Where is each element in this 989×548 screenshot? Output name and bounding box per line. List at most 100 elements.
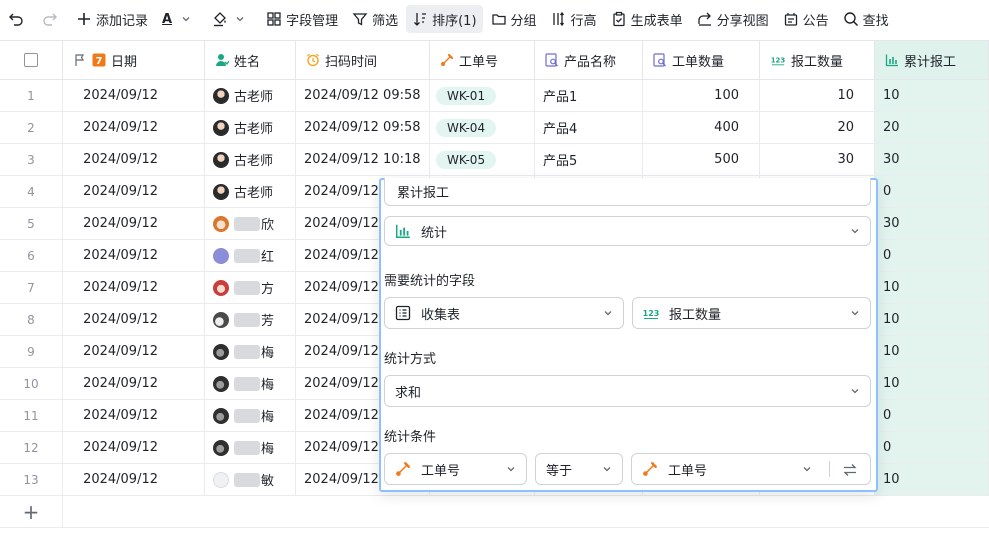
header-product[interactable]: 产品名称 [535, 41, 643, 79]
cumulative-cell[interactable]: 10 [875, 368, 989, 399]
add-record-button[interactable]: 添加记录 [70, 5, 154, 33]
undo-button[interactable] [2, 5, 34, 33]
cumulative-cell[interactable]: 10 [875, 272, 989, 303]
sort-button[interactable]: 排序(1) [406, 5, 483, 33]
name-cell[interactable]: 方 [205, 272, 296, 303]
alarm-clock-icon [306, 53, 320, 67]
date-cell[interactable]: 2024/09/12 [63, 208, 205, 239]
search-button[interactable]: 查找 [837, 5, 895, 33]
name-cell[interactable]: 梅 [205, 400, 296, 431]
date-cell[interactable]: 2024/09/12 [63, 464, 205, 495]
table-row[interactable]: 1 2024/09/12 古老师 2024/09/12 09:58 WK-01 产品1 10… [0, 80, 989, 112]
table-row[interactable]: 2 2024/09/12 古老师 2024/09/12 09:58 WK-04 产品4 40… [0, 112, 989, 144]
table-row[interactable]: 3 2024/09/12 古老师 2024/09/12 10:18 WK-05 产品5 50… [0, 144, 989, 176]
add-row[interactable]: + [0, 496, 989, 528]
date-cell[interactable]: 2024/09/12 [63, 112, 205, 143]
header-order-no[interactable]: 工单号 [430, 41, 535, 79]
field-type-select[interactable]: 统计 [384, 216, 871, 246]
header-date[interactable]: 7 日期 [63, 41, 205, 79]
product-cell[interactable]: 产品1 [535, 80, 643, 111]
group-button[interactable]: 分组 [485, 5, 543, 33]
chevron-down-icon [603, 308, 613, 318]
condition-right-select[interactable]: 工单号 [631, 453, 871, 485]
text-color-button[interactable]: A [156, 5, 204, 33]
date-cell[interactable]: 2024/09/12 [63, 272, 205, 303]
cumulative-cell[interactable]: 10 [875, 464, 989, 495]
date-cell[interactable]: 2024/09/12 [63, 432, 205, 463]
cumulative-cell[interactable]: 0 [875, 240, 989, 271]
method-select[interactable]: 求和 [384, 375, 871, 407]
order-qty-cell[interactable]: 500 [643, 144, 760, 175]
product-cell[interactable]: 产品4 [535, 112, 643, 143]
filter-button[interactable]: 筛选 [346, 5, 404, 33]
scan-time-cell[interactable]: 2024/09/12 10:18 [296, 144, 430, 175]
name-text: 欣 [261, 218, 275, 233]
name-cell[interactable]: 敏 [205, 464, 296, 495]
condition-operator-select[interactable]: 等于 [535, 453, 623, 485]
order-no-cell[interactable]: WK-01 [430, 80, 535, 111]
name-cell[interactable]: 古老师 [205, 176, 296, 207]
cumulative-cell[interactable]: 10 [875, 336, 989, 367]
date-cell[interactable]: 2024/09/12 [63, 400, 205, 431]
order-no-cell[interactable]: WK-05 [430, 144, 535, 175]
scan-time-cell[interactable]: 2024/09/12 09:58 [296, 80, 430, 111]
condition-left-select[interactable]: 工单号 [384, 453, 527, 485]
date-cell[interactable]: 2024/09/12 [63, 304, 205, 335]
share-view-button[interactable]: 分享视图 [691, 5, 775, 33]
cumulative-cell[interactable]: 0 [875, 432, 989, 463]
order-qty-cell[interactable]: 100 [643, 80, 760, 111]
select-all-cell[interactable] [0, 41, 63, 79]
cumulative-cell[interactable]: 20 [875, 112, 989, 143]
name-cell[interactable]: 梅 [205, 368, 296, 399]
select-all-checkbox[interactable] [24, 53, 38, 67]
header-order-qty[interactable]: 工单数量 [643, 41, 760, 79]
order-no-cell[interactable]: WK-04 [430, 112, 535, 143]
header-order-no-label: 工单号 [459, 54, 499, 70]
header-report-qty[interactable]: 123 报工数量 [760, 41, 875, 79]
source-field-select[interactable]: 123 报工数量 [632, 297, 871, 329]
row-height-button[interactable]: 行高 [545, 5, 603, 33]
date-cell[interactable]: 2024/09/12 [63, 80, 205, 111]
fill-color-button[interactable] [206, 5, 258, 33]
cumulative-cell[interactable]: 30 [875, 208, 989, 239]
field-manage-button[interactable]: 字段管理 [260, 5, 344, 33]
add-row-plus-icon[interactable]: + [0, 496, 63, 527]
source-table-select[interactable]: 收集表 [384, 297, 624, 329]
header-cumulative[interactable]: 累计报工 [875, 41, 989, 79]
cumulative-cell[interactable]: 30 [875, 144, 989, 175]
report-qty-cell[interactable]: 10 [760, 80, 875, 111]
avatar [213, 439, 229, 456]
date-cell[interactable]: 2024/09/12 [63, 368, 205, 399]
report-qty-cell[interactable]: 20 [760, 112, 875, 143]
redo-button[interactable] [36, 5, 68, 33]
name-cell[interactable]: 梅 [205, 432, 296, 463]
announcement-button[interactable]: 公告 [777, 5, 835, 33]
cumulative-cell[interactable]: 10 [875, 80, 989, 111]
cumulative-cell[interactable]: 0 [875, 400, 989, 431]
swap-icon[interactable] [842, 462, 858, 478]
report-qty-cell[interactable]: 30 [760, 144, 875, 175]
name-cell[interactable]: 古老师 [205, 80, 296, 111]
date-cell[interactable]: 2024/09/12 [63, 144, 205, 175]
product-cell[interactable]: 产品5 [535, 144, 643, 175]
name-cell[interactable]: 梅 [205, 336, 296, 367]
avatar [213, 247, 229, 264]
generate-form-label: 生成表单 [630, 13, 683, 29]
name-cell[interactable]: 芳 [205, 304, 296, 335]
scan-time-cell[interactable]: 2024/09/12 09:58 [296, 112, 430, 143]
header-scan-time[interactable]: 扫码时间 [296, 41, 430, 79]
cumulative-cell[interactable]: 10 [875, 304, 989, 335]
folder-icon [491, 11, 507, 27]
name-cell[interactable]: 古老师 [205, 144, 296, 175]
order-qty-cell[interactable]: 400 [643, 112, 760, 143]
field-name-input[interactable]: 累计报工 [384, 178, 871, 206]
date-cell[interactable]: 2024/09/12 [63, 240, 205, 271]
name-cell[interactable]: 红 [205, 240, 296, 271]
header-name[interactable]: 姓名 [205, 41, 296, 79]
name-cell[interactable]: 欣 [205, 208, 296, 239]
date-cell[interactable]: 2024/09/12 [63, 336, 205, 367]
generate-form-button[interactable]: 生成表单 [605, 5, 689, 33]
cumulative-cell[interactable]: 0 [875, 176, 989, 207]
name-cell[interactable]: 古老师 [205, 112, 296, 143]
date-cell[interactable]: 2024/09/12 [63, 176, 205, 207]
